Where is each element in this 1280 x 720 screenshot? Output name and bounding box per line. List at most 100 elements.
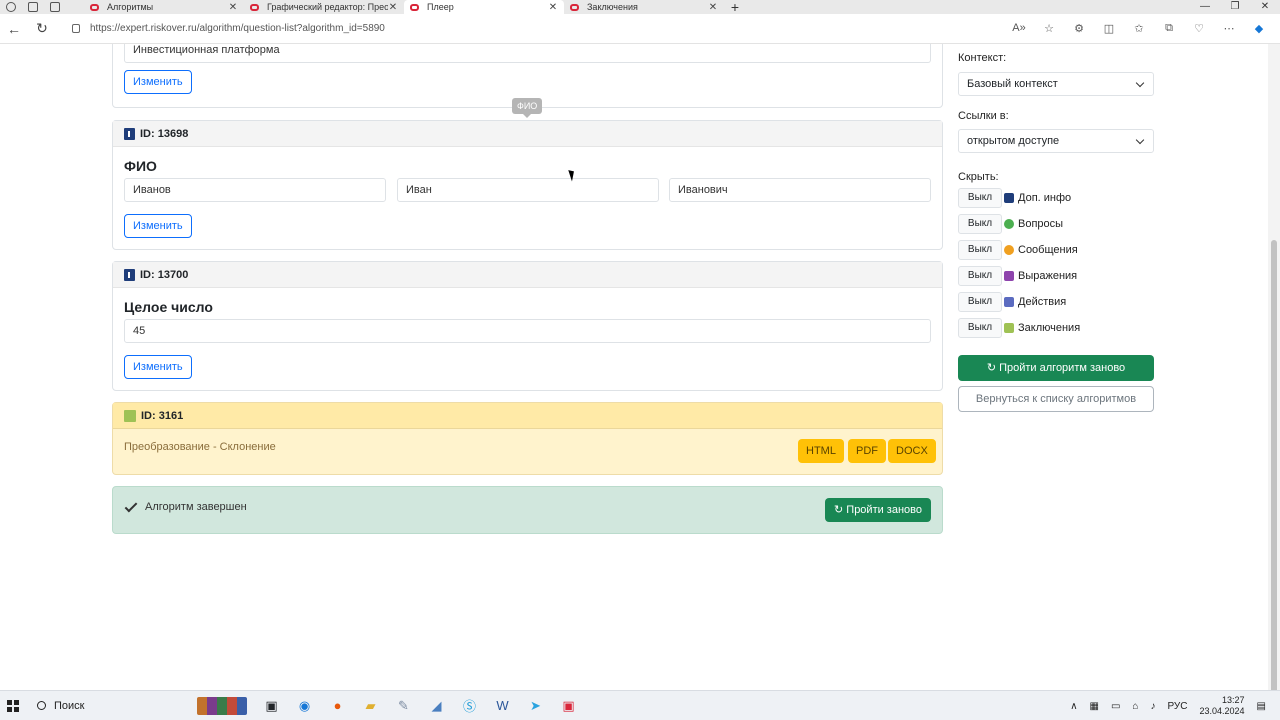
windows-taskbar: Поиск ▣ ◉ ● ▰ ✎ ◢ Ⓢ W ➤ ▣ ∧ ▦ ▭ ⌂ ♪ РУС … [0, 690, 1280, 720]
restart-button[interactable]: ↻ Пройти заново [825, 498, 931, 522]
hide-item-label: Доп. инфо [1018, 192, 1072, 204]
windows-start-icon[interactable] [7, 699, 19, 712]
window-close-icon[interactable]: ✕ [1250, 0, 1280, 14]
change-button[interactable]: Изменить [124, 70, 192, 94]
surname-field[interactable]: Иванов [124, 178, 386, 202]
conclusion-icon [124, 409, 136, 422]
skype-icon[interactable]: Ⓢ [453, 696, 486, 715]
name-field[interactable]: Иван [397, 178, 659, 202]
app-icon[interactable]: ◢ [420, 698, 453, 714]
back-arrow-icon[interactable]: ← [0, 21, 28, 37]
conclusion-card: ID: 3161 Преобразование - Склонение HTML… [112, 402, 943, 475]
new-tab-button[interactable]: + [724, 0, 746, 14]
file-explorer-icon[interactable]: ▰ [354, 698, 387, 714]
more-menu-icon[interactable]: ⋯ [1214, 22, 1244, 35]
toggle-conclusions-button[interactable]: Выкл [958, 318, 1002, 338]
question-title: ФИО [124, 158, 157, 174]
profile-icon[interactable] [6, 2, 16, 12]
back-to-list-button[interactable]: Вернуться к списку алгоритмов [958, 386, 1154, 412]
hide-row-conclusions: Выкл Заключения [958, 318, 1080, 338]
context-select[interactable]: Базовый контекст [958, 72, 1154, 96]
clock[interactable]: 13:27 23.04.2024 [1200, 695, 1245, 717]
tray-app-icon[interactable]: ▦ [1090, 701, 1099, 712]
page-scrollbar[interactable] [1268, 44, 1280, 716]
lock-icon[interactable] [72, 24, 80, 33]
expressions-icon [1004, 271, 1014, 281]
tab-title: Плеер [427, 2, 454, 12]
patronymic-field[interactable]: Иванович [669, 178, 931, 202]
links-select[interactable]: открытом доступе [958, 129, 1154, 153]
restart-algorithm-label: Пройти алгоритм заново [999, 362, 1126, 374]
maximize-icon[interactable]: ❐ [1220, 0, 1250, 14]
active-app-icon[interactable]: ▣ [552, 698, 585, 714]
answer-card-integer: ID: 13700 Целое число 45 Изменить [112, 261, 943, 391]
taskbar-search[interactable]: Поиск [37, 700, 197, 712]
export-docx-button[interactable]: DOCX [888, 439, 936, 463]
toggle-actions-button[interactable]: Выкл [958, 292, 1002, 312]
question-id: ID: 13698 [140, 127, 189, 140]
conclusion-id: ID: 3161 [141, 409, 184, 422]
scrollbar-thumb[interactable] [1271, 240, 1277, 716]
toggle-info-button[interactable]: Выкл [958, 188, 1002, 208]
minimize-icon[interactable]: — [1190, 0, 1220, 14]
split-screen-icon[interactable]: ◫ [1094, 22, 1124, 35]
actions-icon [1004, 297, 1014, 307]
export-pdf-button[interactable]: PDF [848, 439, 886, 463]
read-aloud-icon[interactable]: A» [1004, 22, 1034, 35]
workspaces-icon[interactable] [28, 2, 38, 12]
answer-card-fio: ID: 13698 ФИО Иванов Иван Иванович Измен… [112, 120, 943, 250]
telegram-icon[interactable]: ➤ [519, 698, 552, 714]
tab-close-icon[interactable]: ✕ [388, 2, 398, 13]
url-field[interactable]: https://expert.riskover.ru/algorithm/que… [72, 18, 1004, 40]
firefox-icon[interactable]: ● [321, 698, 354, 713]
info-icon [124, 127, 135, 140]
network-icon[interactable]: ⌂ [1132, 701, 1138, 712]
extensions-icon[interactable]: ⚙ [1064, 22, 1094, 35]
tab-title: Алгоритмы [107, 2, 154, 12]
notifications-icon[interactable]: ▤ [1257, 701, 1266, 712]
context-label: Контекст: [958, 52, 1007, 64]
fio-tooltip: ФИО [512, 98, 543, 118]
change-button[interactable]: Изменить [124, 214, 192, 238]
tab-graphic-editor[interactable]: Графический редактор: Преоб ✕ [244, 0, 404, 14]
toggle-expressions-button[interactable]: Выкл [958, 266, 1002, 286]
toggle-messages-button[interactable]: Выкл [958, 240, 1002, 260]
site-favicon-icon [410, 3, 419, 11]
page-content: Инвестиционная платформа Изменить ФИО ID… [0, 44, 1280, 690]
tab-algorithms[interactable]: Алгоритмы ✕ [84, 0, 244, 14]
change-button[interactable]: Изменить [124, 355, 192, 379]
refresh-icon[interactable]: ↻ [28, 20, 56, 37]
taskbar-search-label: Поиск [54, 699, 85, 712]
hide-row-actions: Выкл Действия [958, 292, 1066, 312]
edge-browser-icon[interactable]: ◉ [288, 698, 321, 714]
books-widget-icon[interactable] [197, 696, 247, 715]
favorites-icon[interactable]: ✩ [1124, 22, 1154, 35]
favorite-star-icon[interactable]: ☆ [1034, 22, 1064, 35]
tab-player[interactable]: Плеер ✕ [404, 0, 564, 14]
app-icon[interactable]: ✎ [387, 698, 420, 714]
word-icon[interactable]: W [486, 698, 519, 713]
tab-title: Заключения [587, 2, 638, 12]
volume-icon[interactable]: ♪ [1150, 701, 1155, 712]
copilot-icon[interactable]: ◆ [1244, 22, 1274, 35]
tab-conclusions[interactable]: Заключения ✕ [564, 0, 724, 14]
language-indicator[interactable]: РУС [1167, 701, 1187, 712]
performance-icon[interactable]: ♡ [1184, 22, 1214, 35]
export-html-button[interactable]: HTML [798, 439, 844, 463]
tab-title: Графический редактор: Преоб [267, 2, 388, 12]
tab-close-icon[interactable]: ✕ [228, 2, 238, 13]
links-label: Ссылки в: [958, 110, 1009, 122]
platform-value-field[interactable]: Инвестиционная платформа [124, 44, 931, 63]
tab-close-icon[interactable]: ✕ [708, 2, 718, 13]
restart-algorithm-button[interactable]: ↻ Пройти алгоритм заново [958, 355, 1154, 381]
collections-icon[interactable]: ⧉ [1154, 22, 1184, 35]
tray-expand-icon[interactable]: ∧ [1070, 701, 1077, 712]
toggle-questions-button[interactable]: Выкл [958, 214, 1002, 234]
integer-value-field[interactable]: 45 [124, 319, 931, 343]
battery-icon[interactable]: ▭ [1111, 701, 1120, 712]
chevron-down-icon [1135, 78, 1145, 88]
hide-row-questions: Выкл Вопросы [958, 214, 1063, 234]
task-view-icon[interactable]: ▣ [255, 698, 288, 714]
tab-actions-icon[interactable] [50, 2, 60, 12]
tab-close-icon[interactable]: ✕ [548, 2, 558, 13]
